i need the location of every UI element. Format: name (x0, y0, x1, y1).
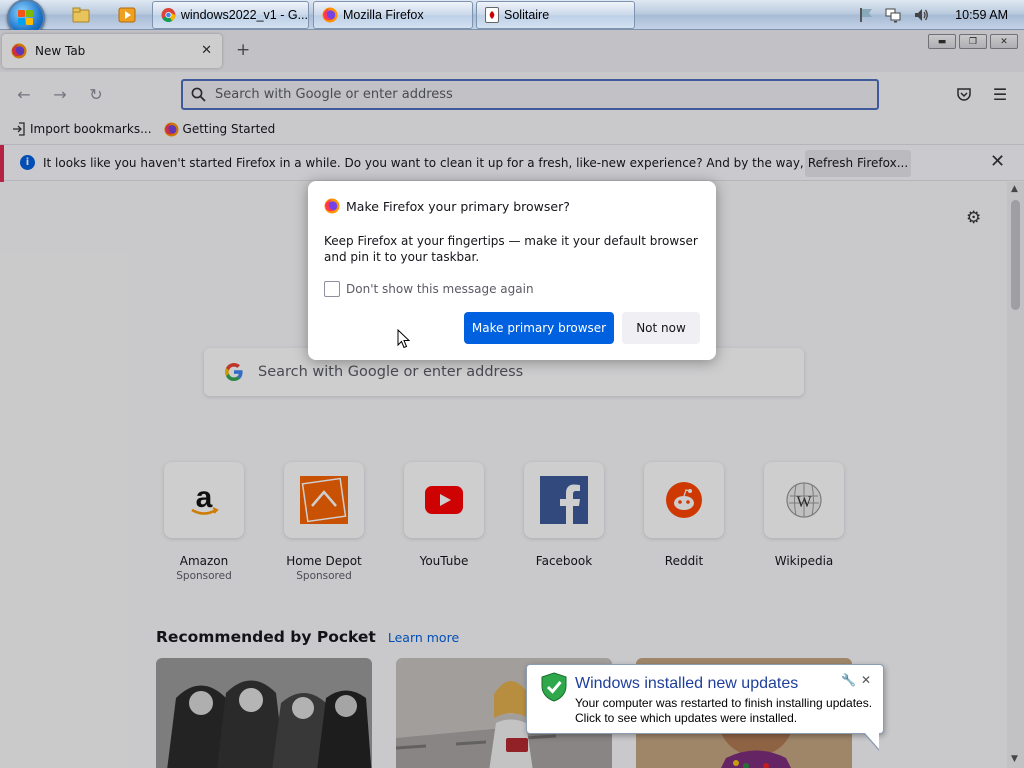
solitaire-icon (485, 7, 499, 23)
system-tray: 10:59 AM (859, 0, 1024, 30)
dialog-body: Keep Firefox at your fingertips — make i… (324, 234, 698, 264)
balloon-title: Windows installed new updates (575, 675, 799, 692)
default-browser-dialog: Make Firefox your primary browser? Keep … (308, 181, 716, 360)
windows-taskbar: windows2022_v1 - G... Mozilla Firefox So… (0, 0, 1024, 37)
dialog-title: Make Firefox your primary browser? (346, 198, 570, 214)
taskbar-button-chrome[interactable]: windows2022_v1 - G... (152, 1, 309, 29)
action-center-flag-icon[interactable] (859, 7, 873, 23)
taskbar-button-firefox[interactable]: Mozilla Firefox (313, 1, 473, 29)
network-icon[interactable] (885, 7, 901, 23)
firefox-icon (322, 7, 338, 23)
firefox-icon (324, 198, 340, 214)
windows-logo-icon (18, 10, 34, 25)
mouse-cursor-icon (397, 329, 411, 349)
balloon-text: Your computer was restarted to finish in… (575, 696, 873, 725)
taskbar-button-solitaire[interactable]: Solitaire (476, 1, 635, 29)
firefox-window: New Tab ✕ + ▬ ❐ ✕ ← → ↻ Search with Goog… (0, 30, 1024, 768)
taskbar-button-label: Solitaire (504, 8, 550, 22)
taskbar-button-label: Mozilla Firefox (343, 8, 424, 22)
media-player-quicklaunch-icon[interactable] (118, 6, 136, 24)
wrench-icon[interactable]: 🔧 (841, 673, 856, 687)
not-now-button[interactable]: Not now (622, 312, 700, 344)
windows-update-balloon[interactable]: Windows installed new updates Your compu… (526, 664, 884, 751)
dialog-header: Make Firefox your primary browser? (324, 198, 570, 214)
dont-show-again-checkbox[interactable]: Don't show this message again (324, 281, 534, 297)
security-shield-icon (541, 672, 567, 702)
taskbar-button-label: windows2022_v1 - G... (180, 8, 308, 22)
volume-icon[interactable] (913, 7, 929, 23)
close-balloon-icon[interactable]: ✕ (861, 673, 871, 687)
balloon-tail (865, 733, 879, 749)
checkbox-box[interactable] (324, 281, 340, 297)
clock[interactable]: 10:59 AM (955, 8, 1008, 22)
explorer-quicklaunch-icon[interactable] (72, 6, 90, 24)
modal-overlay (0, 30, 1024, 768)
chrome-icon (161, 8, 176, 22)
checkbox-label: Don't show this message again (346, 282, 534, 296)
make-primary-browser-button[interactable]: Make primary browser (464, 312, 614, 344)
